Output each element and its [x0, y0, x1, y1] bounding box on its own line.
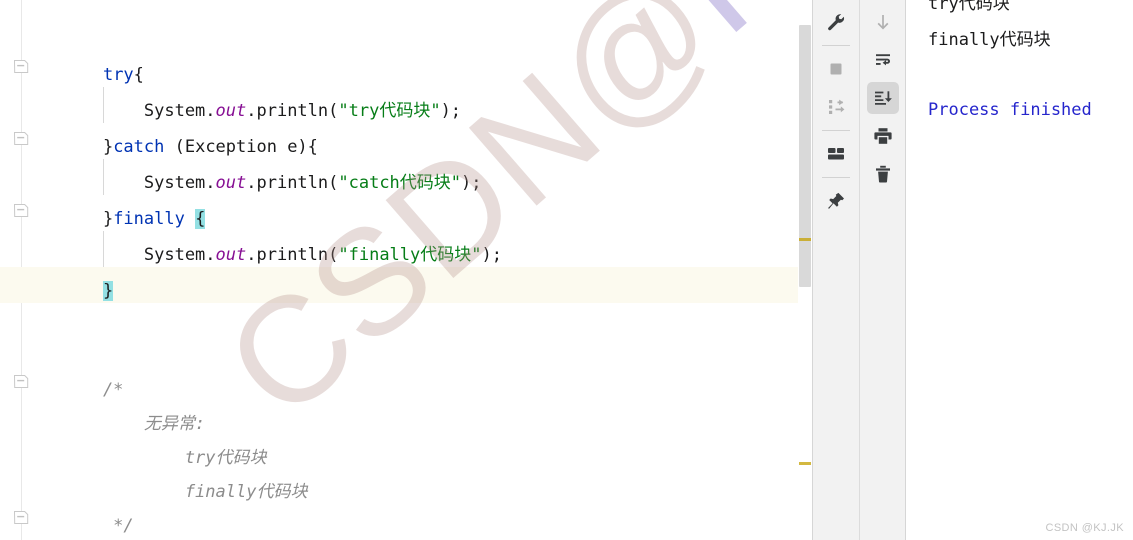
- code-token: );: [481, 245, 502, 265]
- code-line[interactable]: }finally {: [62, 201, 206, 237]
- toolbar-separator: [822, 177, 850, 178]
- soft-wrap-icon[interactable]: [867, 44, 899, 76]
- run-toolbar[interactable]: [813, 0, 859, 540]
- code-token: try: [102, 65, 134, 85]
- stop-icon: [820, 53, 852, 85]
- code-token: }: [62, 209, 114, 229]
- code-line[interactable]: finally代码块: [62, 474, 308, 510]
- fold-marker-icon[interactable]: [13, 510, 29, 525]
- console-line: try代码块: [928, 0, 1010, 14]
- code-line[interactable]: 无异常:: [62, 406, 205, 442]
- code-line[interactable]: System.out.println("finally代码块");: [62, 237, 502, 273]
- clear-all-icon[interactable]: [867, 158, 899, 190]
- code-token: finally: [113, 209, 185, 229]
- code-line[interactable]: }catch (Exception e){: [62, 129, 318, 165]
- settings-icon[interactable]: [820, 6, 852, 38]
- code-token: (Exception e){: [164, 137, 318, 157]
- code-token: out: [215, 173, 247, 193]
- fold-marker-icon[interactable]: [13, 374, 29, 389]
- code-line[interactable]: System.out.println("try代码块");: [62, 93, 461, 129]
- console-line: Process finished: [928, 100, 1092, 120]
- scroll-down-icon: [867, 6, 899, 38]
- console-toolbar[interactable]: [859, 0, 905, 540]
- code-token: try代码块: [62, 448, 267, 468]
- rerun-failed-icon: [820, 91, 852, 123]
- error-stripe-mark[interactable]: [799, 238, 811, 241]
- code-token: System.: [62, 101, 216, 121]
- run-console-output[interactable]: try代码块 finally代码块 Process finished: [906, 0, 1133, 540]
- code-editor-pane[interactable]: try{ System.out.println("try代码块"); }catc…: [0, 0, 812, 540]
- code-token: catch: [113, 137, 165, 157]
- scrollbar-thumb[interactable]: [799, 25, 811, 287]
- toolbar-separator: [822, 130, 850, 131]
- console-toolbars[interactable]: [812, 0, 906, 540]
- code-token: );: [461, 173, 482, 193]
- code-line[interactable]: */: [62, 508, 134, 540]
- code-token: System.: [62, 245, 216, 265]
- code-token: .println(: [246, 245, 339, 265]
- code-token: "catch代码块": [338, 173, 462, 193]
- toolbar-separator: [822, 45, 850, 46]
- code-token: System.: [62, 173, 216, 193]
- code-token: {: [133, 65, 144, 85]
- fold-marker-icon[interactable]: [13, 59, 29, 74]
- code-token: .println(: [246, 101, 339, 121]
- fold-marker-icon[interactable]: [13, 203, 29, 218]
- code-token: "finally代码块": [338, 245, 482, 265]
- editor-scrollbar[interactable]: [798, 0, 812, 540]
- error-stripe-mark[interactable]: [799, 462, 811, 465]
- scroll-to-end-icon[interactable]: [866, 82, 899, 114]
- code-token: }: [62, 137, 114, 157]
- code-token: out: [215, 245, 247, 265]
- code-token: /*: [62, 380, 124, 400]
- layout-icon[interactable]: [820, 138, 852, 170]
- code-token: */: [62, 516, 134, 536]
- code-token: out: [215, 101, 247, 121]
- code-token: }: [102, 281, 114, 301]
- console-line: finally代码块: [928, 30, 1051, 50]
- code-token: );: [440, 101, 462, 121]
- code-token: 无异常:: [62, 414, 206, 434]
- code-token: "try代码块": [338, 101, 441, 121]
- fold-marker-icon[interactable]: [13, 131, 29, 146]
- code-text-area[interactable]: try{ System.out.println("try代码块"); }catc…: [0, 0, 812, 540]
- code-line[interactable]: try{: [62, 57, 144, 93]
- code-token: {: [195, 209, 206, 229]
- code-token: finally代码块: [62, 482, 308, 502]
- print-icon[interactable]: [867, 120, 899, 152]
- corner-credit: CSDN @KJ.JK: [1045, 522, 1124, 534]
- code-token: .println(: [246, 173, 339, 193]
- code-line[interactable]: }: [62, 273, 114, 309]
- code-line[interactable]: /*: [62, 372, 123, 408]
- code-line[interactable]: try代码块: [62, 440, 267, 476]
- code-line[interactable]: System.out.println("catch代码块");: [62, 165, 482, 201]
- ide-window: try{ System.out.println("try代码块"); }catc…: [0, 0, 1133, 540]
- pin-icon[interactable]: [820, 185, 852, 217]
